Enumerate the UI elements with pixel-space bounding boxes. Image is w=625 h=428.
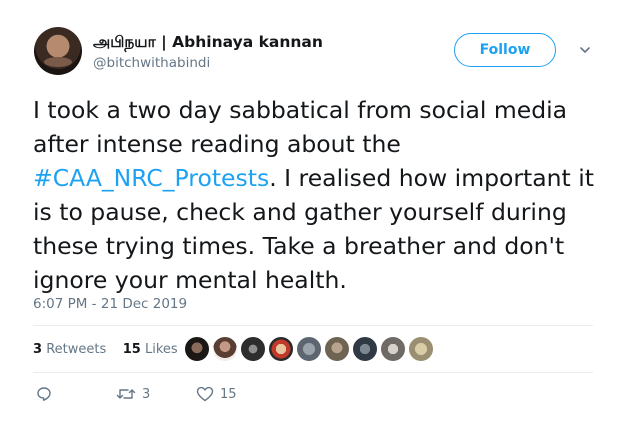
likes-stat[interactable]: 15 Likes	[123, 342, 178, 357]
follow-button[interactable]: Follow	[454, 33, 556, 67]
liker-avatar[interactable]	[268, 336, 294, 362]
liker-avatar[interactable]	[352, 336, 378, 362]
divider	[33, 372, 593, 373]
caret-down-icon[interactable]	[579, 44, 591, 56]
liker-avatar[interactable]	[380, 336, 406, 362]
tweet-stats: 3 Retweets 15 Likes	[33, 342, 178, 357]
tweet-text: I took a two day sabbatical from social …	[33, 93, 603, 297]
avatar[interactable]	[34, 27, 82, 75]
liker-avatar[interactable]	[184, 336, 210, 362]
retweet-icon	[116, 389, 136, 399]
likes-label: Likes	[145, 342, 178, 357]
liker-avatar[interactable]	[212, 336, 238, 362]
divider	[33, 325, 593, 326]
like-button[interactable]: 15	[196, 386, 237, 402]
retweets-stat[interactable]: 3 Retweets	[33, 342, 106, 357]
user-handle[interactable]: @bitchwithabindi	[93, 55, 210, 71]
liker-avatar[interactable]	[296, 336, 322, 362]
reply-button[interactable]	[36, 386, 52, 402]
retweets-count: 3	[33, 342, 43, 357]
like-count: 15	[220, 386, 237, 402]
retweets-label: Retweets	[46, 342, 107, 357]
hashtag-link[interactable]: #CAA_NRC_Protests	[33, 164, 269, 192]
retweet-count: 3	[142, 386, 151, 402]
likes-count: 15	[122, 342, 141, 357]
display-name[interactable]: அபிநயா | Abhinaya kannan	[93, 33, 323, 53]
retweet-button[interactable]: 3	[116, 386, 150, 402]
reply-icon	[37, 387, 51, 401]
liker-avatar[interactable]	[408, 336, 434, 362]
timestamp[interactable]: 6:07 PM - 21 Dec 2019	[33, 296, 187, 312]
tweet-text-part: I took a two day sabbatical from social …	[33, 96, 568, 158]
liker-avatar[interactable]	[240, 336, 266, 362]
liker-avatar[interactable]	[324, 336, 350, 362]
like-icon	[196, 386, 214, 402]
